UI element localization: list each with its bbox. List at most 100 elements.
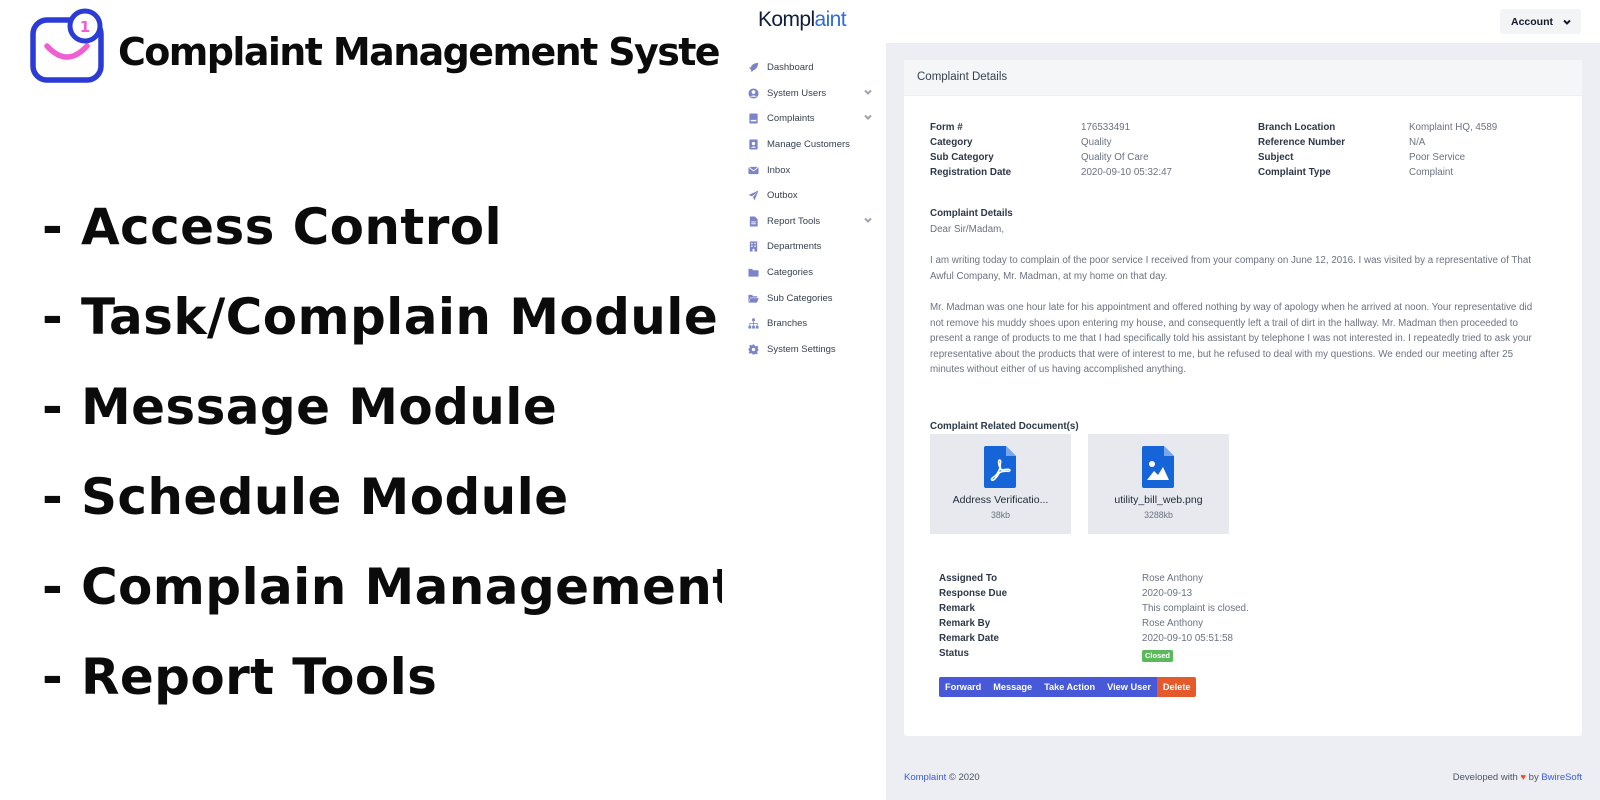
sidebar-item-complaints[interactable]: Complaints [722,106,886,132]
promo-title: Complaint Management System [118,30,759,74]
sidebar-item-outbox[interactable]: Outbox [722,183,886,209]
complaint-type-label: Complaint Type [1258,167,1331,178]
sidebar-item-label: Branches [767,318,808,330]
document-name: Address Verificatio... [952,494,1049,506]
document-tile[interactable]: Address Verificatio... 38kb [930,434,1071,534]
sidebar-item-sub-categories[interactable]: Sub Categories [722,285,886,311]
feature-item: - Schedule Module [42,468,569,526]
registration-date-label: Registration Date [930,167,1012,178]
sidebar-item-branches[interactable]: Branches [722,311,886,337]
document-size: 38kb [990,510,1011,520]
sidebar-item-dashboard[interactable]: Dashboard [722,55,886,81]
remark-label: Remark [939,603,975,614]
sidebar-item-label: Complaints [767,113,815,125]
rocket-icon [747,62,759,74]
sidebar-item-label: Report Tools [767,215,821,227]
sidebar-item-categories[interactable]: Categories [722,260,886,286]
form-number-label: Form # [930,122,963,133]
response-due-label: Response Due [939,588,1008,599]
gear-icon [747,343,759,355]
sidebar-item-label: System Settings [767,343,836,355]
sidebar-item-label: Categories [767,267,813,279]
sidebar-item-label: Departments [767,241,822,253]
category-label: Category [930,137,973,148]
card-title: Complaint Details [904,60,1582,96]
remark-value: This complaint is closed. [1142,603,1249,614]
document-name: utility_bill_web.png [1114,494,1203,506]
sidebar-item-departments[interactable]: Departments [722,234,886,260]
app-main: Account Complaint Details Form # 1765334… [886,0,1600,800]
sidebar-item-system-users[interactable]: System Users [722,81,886,107]
sidebar-item-inbox[interactable]: Inbox [722,157,886,183]
forward-button[interactable]: Forward [939,677,988,697]
message-button[interactable]: Message [987,677,1039,697]
brand-logo[interactable]: Komplaint [758,8,847,32]
branch-location-value: Komplaint HQ, 4589 [1409,122,1498,133]
response-due-value: 2020-09-13 [1142,588,1193,599]
sidebar-item-manage-customers[interactable]: Manage Customers [722,132,886,158]
complaint-details-card: Complaint Details Form # 176533491 Categ… [904,60,1582,736]
remark-date-label: Remark Date [939,633,999,644]
registration-date-value: 2020-09-10 05:32:47 [1081,167,1172,178]
feature-list: - Access Control - Task/Complain Module … [42,182,737,722]
complaint-letter: Dear Sir/Madam, I am writing today to co… [930,222,1540,394]
assigned-to-value: Rose Anthony [1142,573,1204,584]
form-number-value: 176533491 [1081,122,1131,133]
feature-item: - Access Control [42,198,503,256]
complaint-type-value: Complaint [1409,167,1454,178]
pdf-file-icon [984,446,1016,488]
sidebar-item-label: Sub Categories [767,292,833,304]
status-label: Status [939,648,969,659]
subject-value: Poor Service [1409,152,1466,163]
chevron-down-icon [1563,19,1571,25]
envelope-icon [747,164,759,176]
promo-panel: 1 Complaint Management System - Access C… [0,0,759,800]
brand-text-part1: Kompl [758,8,815,31]
footer-copyright-text: © 2020 [946,772,980,783]
image-file-icon [1142,446,1174,488]
remark-by-value: Rose Anthony [1142,618,1204,629]
category-value: Quality [1081,137,1112,148]
sub-category-label: Sub Category [930,152,994,163]
footer-developed-text: Developed with [1452,772,1521,783]
reference-number-label: Reference Number [1258,137,1346,148]
contact-card-icon [747,139,759,151]
sidebar-item-label: Dashboard [767,62,814,74]
chevron-down-icon [864,88,872,99]
sidebar-item-label: Outbox [767,190,798,202]
view-user-button[interactable]: View User [1101,677,1157,697]
sidebar-nav: Dashboard System Users Complaints Manage… [722,55,886,362]
feature-item: - Message Module [42,378,558,436]
footer-brand-link[interactable]: Komplaint [904,772,946,783]
app-sidebar: Komplaint Dashboard System Users Complai… [722,0,886,800]
details-heading: Complaint Details [930,208,1013,219]
reference-number-value: N/A [1409,137,1426,148]
status-badge: Closed [1142,650,1174,662]
chevron-down-icon [864,113,872,124]
sidebar-item-label: Manage Customers [767,139,850,151]
letter-paragraph: I am writing today to complain of the po… [930,255,1532,282]
sidebar-item-report-tools[interactable]: Report Tools [722,209,886,235]
sidebar-item-label: Inbox [767,164,791,176]
footer-company-link[interactable]: BwireSoft [1541,772,1582,783]
action-button-group: Forward Message Take Action View User De… [939,677,1197,697]
account-label: Account [1511,15,1553,28]
footer-credits: Developed with ♥ by BwireSoft [1453,772,1582,783]
folder-open-icon [747,292,759,304]
top-bar: Account [886,0,1600,43]
chevron-down-icon [864,216,872,227]
document-icon [747,215,759,227]
delete-button[interactable]: Delete [1156,677,1197,697]
logo-badge-number: 1 [80,18,90,36]
sidebar-item-system-settings[interactable]: System Settings [722,337,886,363]
take-action-button[interactable]: Take Action [1038,677,1102,697]
document-tile[interactable]: utility_bill_web.png 3288kb [1088,434,1229,534]
envelope-notification-logo-icon: 1 [30,8,104,83]
paper-plane-icon [747,190,759,202]
remark-by-label: Remark By [939,618,991,629]
sidebar-item-label: System Users [767,87,827,99]
sitemap-icon [747,318,759,330]
account-dropdown-button[interactable]: Account [1500,9,1581,34]
feature-item: - Report Tools [42,648,438,706]
letter-paragraph: Mr. Madman was one hour late for his app… [930,301,1533,376]
